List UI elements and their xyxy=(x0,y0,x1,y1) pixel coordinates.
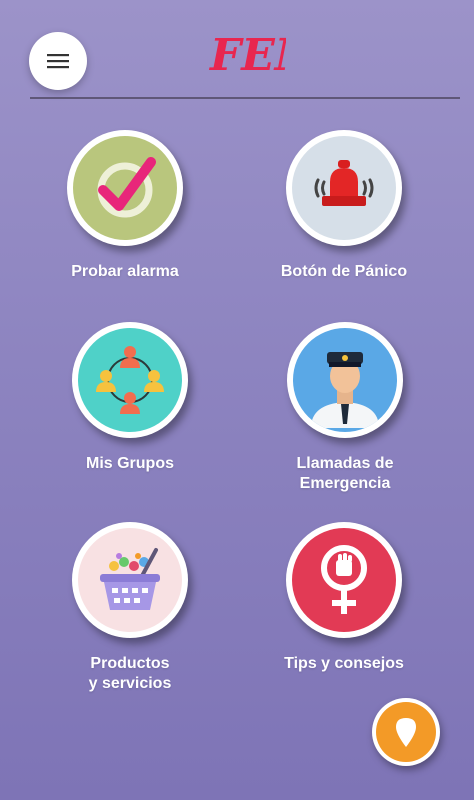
tile-label: Llamadas de Emergencia xyxy=(296,455,394,492)
hamburger-menu-icon xyxy=(47,54,69,69)
tile-mis-grupos[interactable]: Mis Grupos xyxy=(66,322,194,474)
tile-circle[interactable] xyxy=(67,130,183,246)
tile-circle[interactable] xyxy=(286,130,402,246)
tile-productos-servicios[interactable]: Productos y servicios xyxy=(66,522,194,694)
tile-circle[interactable] xyxy=(287,322,403,438)
group-network-icon xyxy=(96,346,164,414)
tile-circle[interactable] xyxy=(72,522,188,638)
tile-label: Mis Grupos xyxy=(85,455,174,472)
checkmark-icon xyxy=(97,157,156,218)
tile-label: Botón de Pánico xyxy=(280,263,408,280)
alarm-bell-icon xyxy=(314,160,374,206)
tile-icon-bg xyxy=(292,528,396,632)
svg-text:FEM: FEM xyxy=(208,30,286,81)
tile-tips-consejos[interactable]: Tips y consejos xyxy=(280,522,408,674)
tile-icon-bg xyxy=(73,136,177,240)
shopping-basket-icon xyxy=(100,548,160,610)
tile-label: Tips y consejos xyxy=(284,655,404,672)
fem-logo: FEM xyxy=(208,30,286,81)
feminist-symbol-icon xyxy=(321,545,367,614)
tile-icon-bg xyxy=(78,528,182,632)
location-pin-icon xyxy=(396,718,416,747)
tile-icon-bg xyxy=(293,328,397,432)
tile-label: Probar alarma xyxy=(71,263,179,280)
tile-label: Productos y servicios xyxy=(88,655,172,692)
tile-icon-bg xyxy=(292,136,396,240)
tile-probar-alarma[interactable]: Probar alarma xyxy=(61,130,189,282)
location-fab-button[interactable] xyxy=(372,698,440,766)
header-divider xyxy=(30,97,460,99)
tile-circle[interactable] xyxy=(286,522,402,638)
police-officer-icon xyxy=(311,352,379,428)
tile-llamadas-emergencia[interactable]: Llamadas de Emergencia xyxy=(281,322,409,494)
tile-boton-panico[interactable]: Botón de Pánico xyxy=(280,130,408,282)
tile-circle[interactable] xyxy=(72,322,188,438)
tile-icon-bg xyxy=(78,328,182,432)
menu-button[interactable] xyxy=(29,32,87,90)
fab-inner xyxy=(376,702,436,762)
